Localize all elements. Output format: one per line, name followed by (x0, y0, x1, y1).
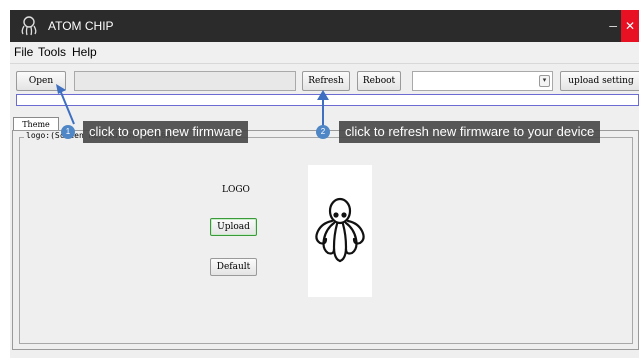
upload-logo-button[interactable]: Upload (210, 218, 257, 236)
firmware-path-field[interactable] (74, 71, 296, 91)
callout-badge-1: 1 (61, 125, 75, 139)
octopus-logo (315, 197, 365, 263)
arrow-up-icon (317, 90, 329, 126)
menu-tools[interactable]: Tools (38, 45, 66, 59)
refresh-button[interactable]: Refresh (302, 71, 350, 91)
minimize-button[interactable]: – (609, 17, 617, 33)
title-bar: ATOM CHIP – ✕ (10, 10, 639, 42)
menu-bar: File Tools Help (10, 42, 639, 64)
callout-refresh: click to refresh new firmware to your de… (339, 121, 601, 143)
close-button[interactable]: ✕ (621, 10, 639, 42)
logo-label: LOGO (222, 185, 250, 195)
reboot-button[interactable]: Reboot (357, 71, 401, 91)
tab-theme[interactable]: Theme (13, 117, 59, 131)
main-panel: Open Refresh Reboot ▾ upload setting The… (10, 64, 639, 358)
device-select[interactable]: ▾ (412, 71, 553, 91)
callout-badge-2: 2 (316, 125, 330, 139)
menu-file[interactable]: File (14, 45, 33, 59)
arrow-up-icon (56, 84, 75, 125)
callout-open: click to open new firmware (83, 121, 249, 143)
window-title: ATOM CHIP (48, 19, 114, 33)
menu-help[interactable]: Help (72, 45, 97, 59)
default-logo-button[interactable]: Default (210, 258, 257, 276)
octopus-icon (21, 16, 37, 36)
upload-setting-button[interactable]: upload setting (560, 71, 639, 91)
logo-preview (308, 165, 372, 297)
chevron-down-icon[interactable]: ▾ (539, 75, 550, 87)
